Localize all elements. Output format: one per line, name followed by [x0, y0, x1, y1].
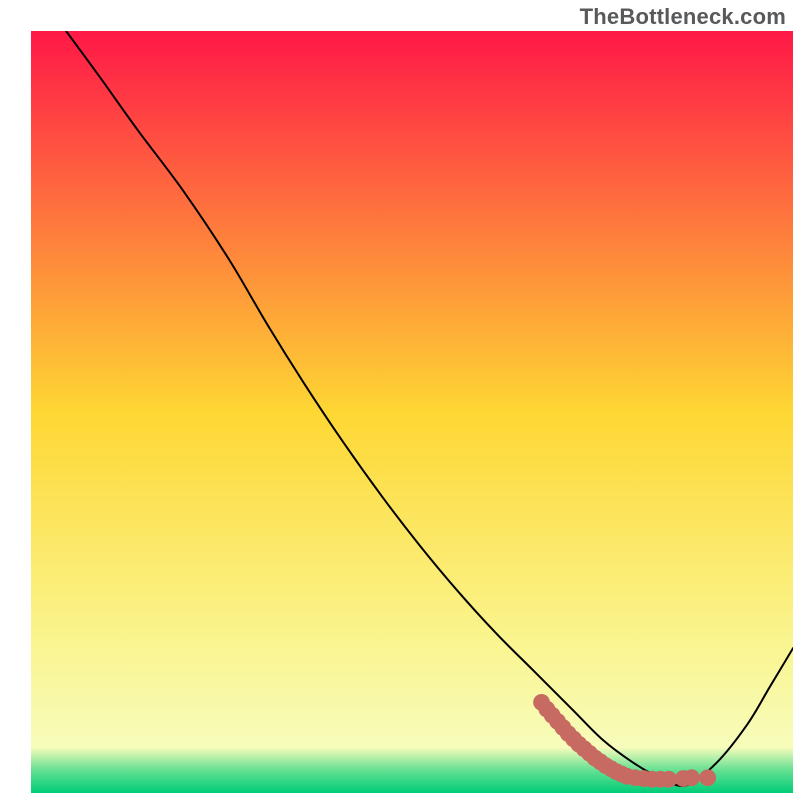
watermark-text: TheBottleneck.com	[580, 4, 786, 30]
marker	[699, 769, 716, 786]
marker	[660, 771, 677, 788]
chart-container: { "watermark": "TheBottleneck.com", "cha…	[0, 0, 800, 800]
bottleneck-chart	[0, 0, 800, 800]
gradient-background	[31, 31, 793, 793]
marker	[683, 769, 700, 786]
